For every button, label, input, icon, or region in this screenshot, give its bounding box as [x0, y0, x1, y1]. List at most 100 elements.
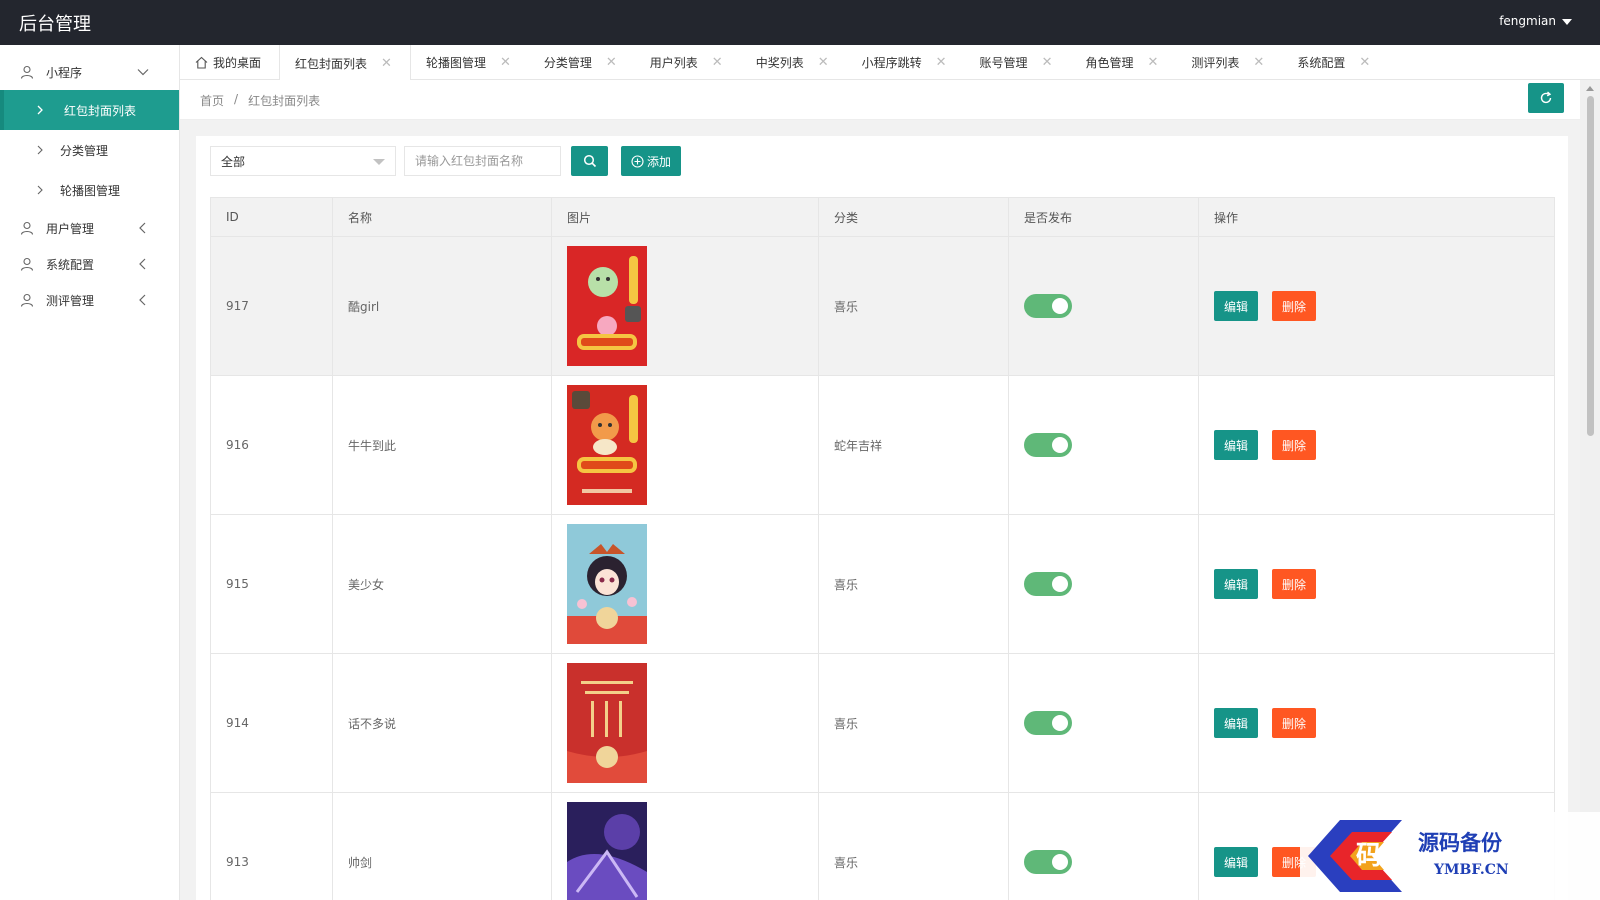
- cell-category: 喜乐: [818, 792, 1009, 900]
- sidebar: 小程序 红包封面列表 分类管理 轮播图管理 用户管理 系统配置 测评管理: [0, 45, 180, 900]
- scrollbar-thumb[interactable]: [1587, 96, 1594, 436]
- tab-label: 角色管理: [1085, 56, 1134, 70]
- sidebar-group-label: 小程序: [46, 65, 83, 80]
- cell-name: 美少女: [332, 514, 552, 654]
- sidebar-item-categories[interactable]: 分类管理: [0, 130, 179, 170]
- delete-button[interactable]: 删除: [1272, 430, 1317, 460]
- edit-button[interactable]: 编辑: [1214, 569, 1259, 599]
- sidebar-group-miniprogram[interactable]: 小程序: [0, 54, 179, 90]
- scroll-up-icon[interactable]: [1586, 86, 1594, 91]
- tab-miniprogram-jump[interactable]: 小程序跳转 ✕: [847, 45, 965, 80]
- cell-actions: 编辑 删除: [1198, 236, 1555, 376]
- close-icon[interactable]: ✕: [1147, 56, 1158, 69]
- close-icon[interactable]: ✕: [1359, 56, 1370, 69]
- edit-button[interactable]: 编辑: [1214, 430, 1259, 460]
- tab-system-config[interactable]: 系统配置 ✕: [1282, 45, 1388, 80]
- caret-down-icon: [373, 159, 385, 165]
- sidebar-item-redpacket-covers[interactable]: 红包封面列表: [0, 90, 179, 130]
- column-header-name[interactable]: 名称: [332, 197, 552, 237]
- breadcrumb-home[interactable]: 首页: [200, 92, 224, 109]
- tab-users[interactable]: 用户列表 ✕: [635, 45, 741, 80]
- cell-published: [1008, 653, 1199, 793]
- tab-winners[interactable]: 中奖列表 ✕: [741, 45, 847, 80]
- table-row[interactable]: 917 酷girl 喜乐 编辑 删除: [210, 236, 1555, 376]
- toggle-knob: [1052, 715, 1068, 731]
- close-icon[interactable]: ✕: [936, 56, 947, 69]
- delete-button[interactable]: 删除: [1272, 708, 1317, 738]
- cell-category: 喜乐: [818, 653, 1009, 793]
- close-icon[interactable]: ✕: [1253, 56, 1264, 69]
- sidebar-group-users[interactable]: 用户管理: [0, 210, 179, 246]
- column-header-published[interactable]: 是否发布: [1008, 197, 1199, 237]
- sidebar-item-carousel[interactable]: 轮播图管理: [0, 170, 179, 210]
- table-row[interactable]: 915 美少女 喜乐 编辑 删除: [210, 514, 1555, 654]
- cell-category: 喜乐: [818, 236, 1009, 376]
- cell-category: 蛇年吉祥: [818, 375, 1009, 515]
- tab-label: 用户列表: [649, 56, 698, 70]
- cover-image[interactable]: [567, 663, 647, 783]
- column-header-category[interactable]: 分类: [818, 197, 1009, 237]
- close-icon[interactable]: ✕: [381, 57, 392, 70]
- column-header-id[interactable]: ID: [210, 197, 333, 237]
- publish-toggle[interactable]: [1024, 850, 1072, 874]
- plus-circle-icon: [631, 154, 644, 168]
- add-button[interactable]: 添加: [621, 146, 681, 176]
- chevron-left-icon: [139, 258, 146, 270]
- cover-image[interactable]: [567, 246, 647, 366]
- tab-accounts[interactable]: 账号管理 ✕: [965, 45, 1071, 80]
- close-icon[interactable]: ✕: [818, 56, 829, 69]
- toggle-knob: [1052, 576, 1068, 592]
- user-icon: [20, 257, 34, 271]
- cell-image: [551, 653, 819, 793]
- delete-button[interactable]: 删除: [1272, 569, 1317, 599]
- caret-down-icon: [1562, 18, 1572, 25]
- app-title: 后台管理: [19, 14, 91, 35]
- tab-categories[interactable]: 分类管理 ✕: [529, 45, 635, 80]
- delete-button[interactable]: 删除: [1272, 291, 1317, 321]
- column-header-image[interactable]: 图片: [551, 197, 819, 237]
- username: fengmian: [1499, 14, 1556, 28]
- refresh-button[interactable]: [1528, 83, 1564, 113]
- edit-button[interactable]: 编辑: [1214, 291, 1259, 321]
- close-icon[interactable]: ✕: [606, 56, 617, 69]
- tab-carousel[interactable]: 轮播图管理 ✕: [411, 45, 529, 80]
- cell-name: 牛牛到此: [332, 375, 552, 515]
- cell-published: [1008, 792, 1199, 900]
- sidebar-item-label: 轮播图管理: [60, 183, 121, 198]
- category-select-value: 全部: [221, 154, 246, 169]
- close-icon[interactable]: ✕: [500, 56, 511, 69]
- cover-image[interactable]: [567, 385, 647, 505]
- user-icon: [20, 293, 34, 307]
- publish-toggle[interactable]: [1024, 433, 1072, 457]
- user-menu[interactable]: fengmian: [1499, 14, 1572, 28]
- close-icon[interactable]: ✕: [712, 56, 723, 69]
- publish-toggle[interactable]: [1024, 711, 1072, 735]
- sidebar-group-assessment[interactable]: 测评管理: [0, 282, 179, 318]
- watermark-logo: 码 源码备份 YMBF.CN: [1300, 812, 1600, 900]
- edit-button[interactable]: 编辑: [1214, 847, 1259, 877]
- publish-toggle[interactable]: [1024, 294, 1072, 318]
- tab-label: 测评列表: [1191, 56, 1240, 70]
- chevron-left-icon: [139, 294, 146, 306]
- tab-redpacket-covers[interactable]: 红包封面列表 ✕: [279, 45, 411, 81]
- search-input[interactable]: [404, 146, 561, 176]
- table-row[interactable]: 916 牛牛到此 蛇年吉祥 编辑 删除: [210, 375, 1555, 515]
- toggle-knob: [1052, 298, 1068, 314]
- tab-desktop[interactable]: 我的桌面: [180, 45, 279, 80]
- edit-button[interactable]: 编辑: [1214, 708, 1259, 738]
- sidebar-group-system[interactable]: 系统配置: [0, 246, 179, 282]
- category-select[interactable]: 全部: [210, 146, 396, 176]
- table-row[interactable]: 914 话不多说 喜乐 编辑 删除: [210, 653, 1555, 793]
- cover-image[interactable]: [567, 524, 647, 644]
- search-button[interactable]: [571, 146, 608, 176]
- page-scrollbar[interactable]: [1580, 80, 1600, 900]
- tab-label: 中奖列表: [755, 56, 804, 70]
- tab-assessments[interactable]: 测评列表 ✕: [1176, 45, 1282, 80]
- cell-id: 914: [210, 653, 333, 793]
- tab-roles[interactable]: 角色管理 ✕: [1070, 45, 1176, 80]
- search-icon: [583, 154, 596, 168]
- publish-toggle[interactable]: [1024, 572, 1072, 596]
- close-icon[interactable]: ✕: [1042, 56, 1053, 69]
- cell-image: [551, 514, 819, 654]
- cover-image[interactable]: [567, 802, 647, 900]
